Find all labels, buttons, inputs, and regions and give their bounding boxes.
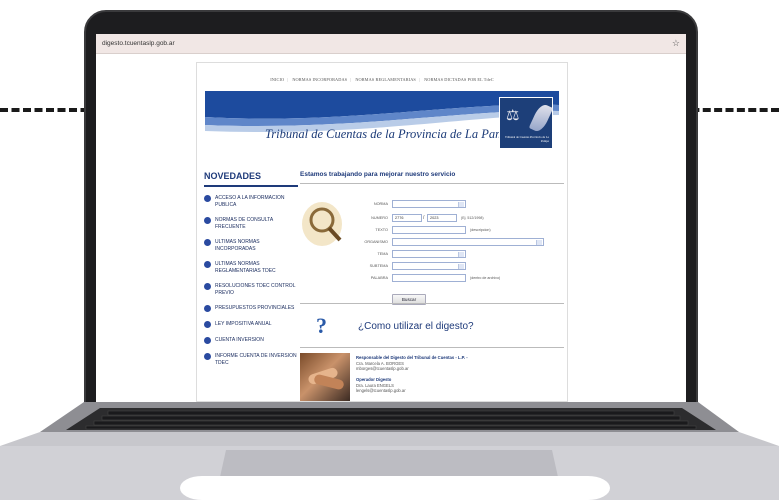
bullet-icon [204,195,211,202]
novedad-item[interactable]: RESOLUCIONES TdeC CONTROL PREVIO [204,283,298,296]
texto-input[interactable] [392,226,466,234]
novedad-item[interactable]: ULTIMAS NORMAS INCORPORADAS [204,239,298,252]
bullet-icon [204,305,211,312]
numero-input[interactable]: 2776 [392,214,422,222]
divider [300,347,564,348]
laptop-screen: digesto.tcuentaslp.gob.ar ☆ INICIO | NORM… [96,34,686,402]
logo-text: Tribunal de Cuentas Provincia de La Pamp… [505,135,549,143]
operador-name: Dra. Laura ENGELS [356,382,394,388]
url-text[interactable]: digesto.tcuentaslp.gob.ar [102,40,175,47]
organismo-label: ORGANISMO [364,240,388,244]
banner-title: Tribunal de Cuentas de la Provincia de L… [265,127,517,141]
responsable-name: Cra. Marcela A. BORGES [356,360,404,366]
subtema-label: SUBTEMA [369,264,388,268]
handshake-photo [300,353,350,401]
tema-select[interactable] [392,250,466,258]
top-navigation: INICIO | NORMAS INCORPORADAS | NORMAS REGL… [270,77,494,82]
operador-title: Operador Digesto [356,377,392,382]
bullet-icon [204,239,211,246]
nav-inicio[interactable]: INICIO [270,77,284,82]
bullet-icon [204,283,211,290]
bullet-icon [204,261,211,268]
question-person-icon: ? [316,313,327,338]
bullet-icon [204,217,211,224]
subtema-select[interactable] [392,262,466,270]
browser-url-bar[interactable]: digesto.tcuentaslp.gob.ar ☆ [96,34,686,54]
howto-section[interactable]: ? ¿Como utilizar el digesto? [300,311,564,345]
responsable-email[interactable]: mborges@tcuentaslp.gob.ar [356,366,409,371]
palabra-input[interactable] [392,274,466,282]
texto-label: TEXTO [375,228,388,232]
nav-normas-incorporadas[interactable]: NORMAS INCORPORADAS [292,77,347,82]
slash-separator: / [423,215,425,221]
novedad-item[interactable]: ULTIMAS NORMAS REGLAMENTARIAS TdeC [204,261,298,274]
nav-normas-reglamentarias[interactable]: NORMAS REGLAMENTARIAS [355,77,416,82]
responsable-info: Responsable del Digesto del Tribunal de … [356,355,468,372]
norma-select[interactable] [392,200,466,208]
divider [300,303,564,304]
organismo-select[interactable] [392,238,544,246]
bullet-icon [204,321,211,328]
feather-icon [528,102,554,134]
operador-email[interactable]: lengels@tcuentaslp.gob.ar [356,388,406,393]
tribunal-logo: ⚖ Tribunal de Cuentas Provincia de La Pa… [499,97,554,149]
responsable-title: Responsable del Digesto del Tribunal de … [356,355,468,360]
stage: digesto.tcuentaslp.gob.ar ☆ INICIO | NORM… [0,0,779,500]
novedad-item[interactable]: PRESUPUESTOS PROVINCIALES [204,305,298,312]
operador-info: Operador Digesto Dra. Laura ENGELS lenge… [356,377,406,394]
search-form: NORMA NUMERO 2776 / 2023 (Ej. 512/1998) … [300,184,564,305]
novedad-item[interactable]: NORMAS DE CONSULTA FRECUENTE [204,217,298,230]
bullet-icon [204,353,211,360]
novedad-item[interactable]: ACCESO A LA INFORMACION PUBLICA [204,195,298,208]
numero-label: NUMERO [371,216,388,220]
novedades-sidebar: NOVEDADES ACCESO A LA INFORMACION PUBLIC… [204,171,298,375]
laptop-base [0,402,779,500]
anio-input[interactable]: 2023 [427,214,457,222]
palabra-hint: (dentro de archivo) [470,276,501,280]
site-banner: Tribunal de Cuentas de la Provincia de L… [205,91,559,153]
main-heading: Estamos trabajando para mejorar nuestro … [300,171,564,184]
nav-normas-dictadas[interactable]: NORMAS DICTADAS POR EL TdeC [424,77,494,82]
numero-hint: (Ej. 512/1998) [461,216,484,220]
novedad-item[interactable]: INFORME CUENTA DE INVERSION TdeC [204,353,298,366]
norma-label: NORMA [373,202,388,206]
scales-icon: ⚖ [506,107,520,124]
main-content: Estamos trabajando para mejorar nuestro … [300,171,564,401]
responsable-section: Responsable del Digesto del Tribunal de … [300,351,564,402]
howto-link[interactable]: ¿Como utilizar el digesto? [358,321,474,332]
star-icon[interactable]: ☆ [672,38,680,49]
novedades-heading: NOVEDADES [204,171,298,187]
novedad-item[interactable]: CUENTA INVERSION [204,337,298,344]
palabra-label: PALABRA [370,276,388,280]
novedad-item[interactable]: LEY IMPOSITIVA ANUAL [204,321,298,328]
tema-label: TEMA [377,252,388,256]
texto-hint: (descripcion) [470,228,491,232]
bullet-icon [204,337,211,344]
